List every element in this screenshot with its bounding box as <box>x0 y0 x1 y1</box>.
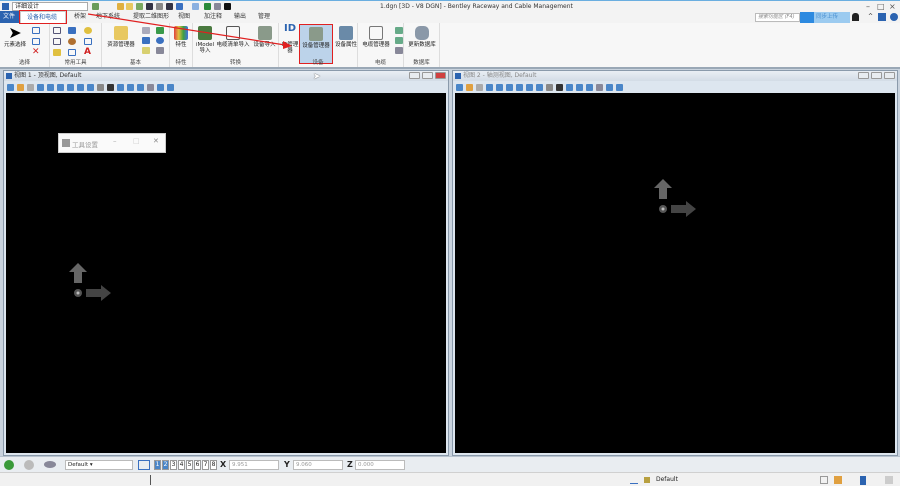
tool-settings-dialog[interactable]: 工具设置 – □ ✕ <box>58 133 166 153</box>
active-level[interactable]: Default <box>656 476 678 483</box>
view-close-button[interactable] <box>884 72 895 79</box>
view-icon <box>6 73 12 79</box>
zoom-in-icon[interactable] <box>47 83 54 91</box>
status-menu-icon[interactable] <box>885 476 893 484</box>
dialog-maximize-button[interactable]: □ <box>133 137 140 145</box>
lock-icon[interactable] <box>644 477 650 483</box>
view-8-toggle[interactable]: 8 <box>210 460 217 470</box>
level-value: Default <box>68 462 89 468</box>
view-1-toggle[interactable]: 1 <box>154 460 161 470</box>
x-label: X <box>220 460 227 469</box>
view-title: 视图 2 - 轴测视图, Default <box>463 72 537 79</box>
x-coordinate-field[interactable]: 9.951 <box>229 460 279 470</box>
home-icon[interactable] <box>834 476 842 484</box>
view-6-toggle[interactable]: 6 <box>194 460 201 470</box>
previous-view-icon[interactable] <box>566 83 573 91</box>
view-title-bar: 视图 1 - 顶视图, Default <box>4 71 448 81</box>
view-5-toggle[interactable]: 5 <box>186 460 193 470</box>
rotate-icon[interactable] <box>87 83 94 91</box>
bottom-toolbar: Default ▾ 12345678 X 9.951 Y 9.060 Z 0.0… <box>0 456 900 472</box>
view-icon <box>455 73 461 79</box>
view-window-2[interactable]: 视图 2 - 轴测视图, Default <box>452 70 898 456</box>
view-window-1[interactable]: 视图 1 - 顶视图, Default <box>3 70 449 456</box>
zoom-out-icon[interactable] <box>506 83 513 91</box>
status-bar: Default <box>0 472 900 486</box>
z-coordinate-field[interactable]: 0.000 <box>355 460 405 470</box>
view-7-toggle[interactable]: 7 <box>202 460 209 470</box>
next-view-icon[interactable] <box>576 83 583 91</box>
view-title-bar: 视图 2 - 轴测视图, Default <box>453 71 897 81</box>
zoom-in-icon[interactable] <box>496 83 503 91</box>
snap-icon[interactable] <box>630 476 638 484</box>
view-rotation-icon[interactable] <box>616 83 623 91</box>
book-icon[interactable] <box>860 476 866 485</box>
axis-triad-icon <box>69 263 111 301</box>
settings-icon[interactable] <box>476 83 483 91</box>
view-minimize-button[interactable] <box>858 72 869 79</box>
view-minimize-button[interactable] <box>409 72 420 79</box>
z-label: Z <box>347 460 353 469</box>
update-icon[interactable] <box>37 83 44 91</box>
clip-volume-icon[interactable] <box>137 83 144 91</box>
view-title: 视图 1 - 顶视图, Default <box>14 72 82 79</box>
window-area-icon[interactable] <box>67 83 74 91</box>
y-label: Y <box>284 460 290 469</box>
view-attributes-icon[interactable] <box>456 83 463 91</box>
update-icon[interactable] <box>486 83 493 91</box>
mouse-cursor: ➤ <box>313 72 321 82</box>
back-icon[interactable] <box>4 460 14 470</box>
display-style-icon[interactable] <box>466 83 473 91</box>
tool-settings-icon <box>62 139 70 147</box>
zoom-out-icon[interactable] <box>57 83 64 91</box>
rotate-icon[interactable] <box>536 83 543 91</box>
axis-triad-icon <box>654 179 696 217</box>
view-close-button[interactable] <box>435 72 446 79</box>
view-groups-icon[interactable] <box>138 460 150 470</box>
camera-icon[interactable] <box>157 83 164 91</box>
view-attributes-icon[interactable] <box>7 83 14 91</box>
view-toolbar <box>4 81 448 93</box>
view-3-toggle[interactable]: 3 <box>170 460 177 470</box>
previous-view-icon[interactable] <box>117 83 124 91</box>
view-maximize-button[interactable] <box>422 72 433 79</box>
view-canvas[interactable] <box>455 93 895 453</box>
clip-mask-icon[interactable] <box>147 83 154 91</box>
y-coordinate-field[interactable]: 9.060 <box>293 460 343 470</box>
dialog-title: 工具设置 <box>72 141 98 149</box>
pan-icon[interactable] <box>546 83 553 91</box>
level-dropdown[interactable]: Default ▾ <box>65 460 133 470</box>
view-2-toggle[interactable]: 2 <box>162 460 169 470</box>
camera-icon[interactable] <box>606 83 613 91</box>
view-toolbar <box>453 81 897 93</box>
fit-view-icon[interactable] <box>526 83 533 91</box>
clip-volume-icon[interactable] <box>586 83 593 91</box>
message-icon[interactable] <box>820 476 828 484</box>
next-view-icon[interactable] <box>127 83 134 91</box>
clip-mask-icon[interactable] <box>596 83 603 91</box>
dialog-close-button[interactable]: ✕ <box>153 137 159 145</box>
pan-icon[interactable] <box>97 83 104 91</box>
fit-view-icon[interactable] <box>77 83 84 91</box>
view-rotation-icon[interactable] <box>167 83 174 91</box>
level-display-icon[interactable] <box>44 461 56 468</box>
window-area-icon[interactable] <box>516 83 523 91</box>
annotation-arrow <box>87 13 292 49</box>
status-divider <box>150 475 151 485</box>
view-maximize-button[interactable] <box>871 72 882 79</box>
view-4-toggle[interactable]: 4 <box>178 460 185 470</box>
walk-icon[interactable] <box>107 83 114 91</box>
forward-icon[interactable] <box>24 460 34 470</box>
walk-icon[interactable] <box>556 83 563 91</box>
dialog-minimize-button[interactable]: – <box>113 137 117 145</box>
settings-icon[interactable] <box>27 83 34 91</box>
display-style-icon[interactable] <box>17 83 24 91</box>
